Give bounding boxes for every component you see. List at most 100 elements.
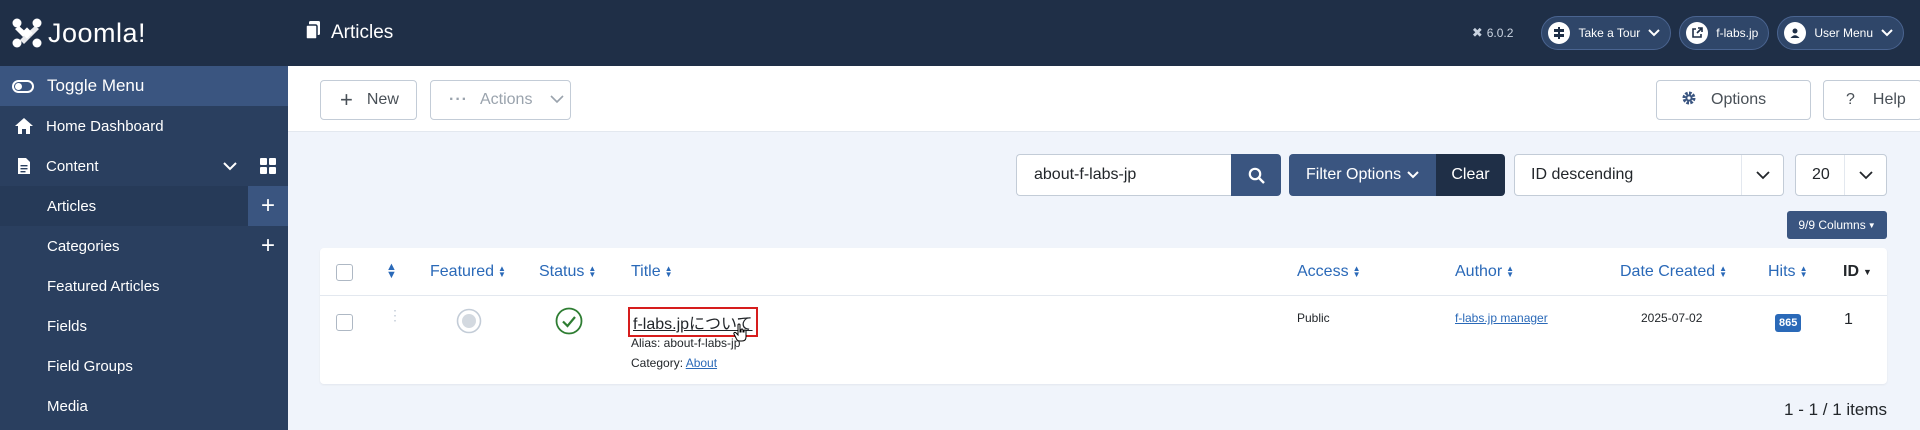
featured-toggle-icon[interactable] xyxy=(456,308,482,339)
date-created-header[interactable]: Date Created ▲ ▼ xyxy=(1620,263,1727,281)
sidebar-item-articles[interactable]: Articles + xyxy=(0,186,288,226)
new-label: New xyxy=(366,91,399,108)
external-link-icon xyxy=(1686,22,1709,44)
joomla-logo[interactable]: Joomla! xyxy=(0,0,288,66)
chevron-down-icon xyxy=(1407,166,1419,184)
sort-select[interactable]: ID descending xyxy=(1514,154,1784,196)
table-row: ⋮ f-labs.jpについて Alias: about-f-labs-jp C… xyxy=(320,296,1887,384)
sort-icon: ▲ ▼ xyxy=(588,263,597,279)
category-link[interactable]: About xyxy=(686,356,717,370)
options-label: Options xyxy=(1711,91,1767,108)
signpost-icon xyxy=(1548,22,1571,44)
sidebar-item-label: Home Dashboard xyxy=(46,117,164,135)
options-button[interactable]: Options xyxy=(1656,80,1811,120)
id-header[interactable]: ID ▼ xyxy=(1843,263,1872,281)
category-prefix: Category: xyxy=(631,356,684,370)
date-created-value: 2025-07-02 xyxy=(1641,311,1703,325)
search-button[interactable] xyxy=(1231,154,1281,196)
toggle-menu-button[interactable]: Toggle Menu xyxy=(0,66,288,106)
new-button[interactable]: + New xyxy=(320,80,417,120)
sidebar-item-label: Articles xyxy=(47,197,97,215)
sidebar: Joomla! Toggle Menu Home Dashboard Conte… xyxy=(0,0,288,430)
author-link[interactable]: f-labs.jp manager xyxy=(1455,311,1548,325)
chevron-down-icon xyxy=(1741,155,1783,195)
sort-icon: ▲ ▼ xyxy=(1352,263,1361,279)
id-value: 1 xyxy=(1844,311,1853,328)
site-link-label: f-labs.jp xyxy=(1716,26,1759,40)
add-category-icon[interactable]: + xyxy=(248,226,288,266)
author-header[interactable]: Author ▲ ▼ xyxy=(1455,263,1514,281)
featured-header-label: Featured xyxy=(430,263,495,280)
clear-button[interactable]: Clear xyxy=(1436,154,1505,196)
sidebar-item-field-groups[interactable]: Field Groups xyxy=(0,346,288,386)
sidebar-item-label: Media xyxy=(47,397,88,415)
sidebar-item-media[interactable]: Media xyxy=(0,386,288,426)
version-number: 6.0.2 xyxy=(1486,26,1514,40)
toggle-menu-label: Toggle Menu xyxy=(47,76,145,95)
filter-options-button[interactable]: Filter Options xyxy=(1289,154,1436,196)
sidebar-item-fields[interactable]: Fields xyxy=(0,306,288,346)
columns-label: 9/9 Columns xyxy=(1798,218,1866,232)
ellipsis-icon: ··· xyxy=(449,91,468,108)
plus-icon: + xyxy=(340,87,353,112)
id-header-label: ID xyxy=(1843,263,1859,280)
hits-header[interactable]: Hits ▲ ▼ xyxy=(1768,263,1807,281)
access-header-label: Access xyxy=(1297,263,1349,280)
title-header[interactable]: Title ▲ ▼ xyxy=(631,263,673,281)
site-link-button[interactable]: f-labs.jp xyxy=(1679,16,1770,50)
featured-header[interactable]: Featured ▲ ▼ xyxy=(430,263,506,281)
sidebar-item-featured-articles[interactable]: Featured Articles xyxy=(0,266,288,306)
help-label: Help xyxy=(1872,91,1906,108)
user-menu-label: User Menu xyxy=(1814,26,1873,40)
published-check-icon[interactable] xyxy=(555,307,583,340)
take-a-tour-button[interactable]: Take a Tour xyxy=(1541,16,1672,50)
actions-dropdown[interactable]: ··· Actions xyxy=(430,80,571,120)
sort-icon: ▲ ▼ xyxy=(498,263,506,279)
question-icon: ? xyxy=(1846,91,1855,108)
table-header: ▲ ▼ Featured ▲ ▼ Status ▲ ▼ Title ▲ ▼ Access… xyxy=(320,248,1887,296)
joomla-small-icon: ✖ xyxy=(1471,25,1483,40)
access-header[interactable]: Access ▲ ▼ xyxy=(1297,263,1361,281)
search-input[interactable] xyxy=(1016,154,1231,196)
pagination-info: 1 - 1 / 1 items xyxy=(1784,400,1887,419)
article-alias: Alias: about-f-labs-jp xyxy=(631,336,741,350)
status-header-label: Status xyxy=(539,263,585,280)
sidebar-item-content[interactable]: Content xyxy=(0,146,288,186)
author-header-label: Author xyxy=(1455,263,1503,280)
search-bar xyxy=(1016,154,1281,196)
chevron-down-icon[interactable] xyxy=(222,159,238,176)
page-title: Articles xyxy=(288,20,393,46)
sort-icon: ▲ ▼ xyxy=(1506,263,1515,279)
sort-icon: ▲ ▼ xyxy=(1799,263,1808,279)
hits-header-label: Hits xyxy=(1768,263,1796,280)
status-header[interactable]: Status ▲ ▼ xyxy=(539,263,596,281)
select-all-checkbox[interactable] xyxy=(336,264,353,281)
toggle-icon xyxy=(12,79,34,93)
user-menu-button[interactable]: User Menu xyxy=(1777,16,1904,50)
ordering-sort-header[interactable]: ▲ ▼ xyxy=(386,261,397,282)
caret-down-icon: ▼ xyxy=(1867,220,1876,230)
sidebar-item-categories[interactable]: Categories + xyxy=(0,226,288,266)
search-icon xyxy=(1248,167,1265,184)
sidebar-item-label: Fields xyxy=(47,317,88,335)
columns-button[interactable]: 9/9 Columns ▼ xyxy=(1787,211,1887,239)
chevron-down-icon xyxy=(1648,26,1660,40)
take-a-tour-label: Take a Tour xyxy=(1578,26,1641,40)
actions-label: Actions xyxy=(479,91,533,108)
dashboard-icon[interactable] xyxy=(260,158,276,174)
chevron-down-icon xyxy=(1881,26,1893,40)
add-article-icon[interactable]: + xyxy=(248,186,288,226)
limit-value: 20 xyxy=(1812,166,1830,183)
list-limit-select[interactable]: 20 xyxy=(1795,154,1887,196)
drag-handle-icon[interactable]: ⋮ xyxy=(388,308,402,322)
sidebar-item-home-dashboard[interactable]: Home Dashboard xyxy=(0,106,288,146)
date-created-header-label: Date Created xyxy=(1620,263,1716,280)
toolbar: + New ··· Actions Options ? Help xyxy=(288,66,1920,132)
sidebar-item-label: Featured Articles xyxy=(47,277,160,295)
sort-icon: ▲ ▼ xyxy=(386,261,397,282)
help-button[interactable]: ? Help xyxy=(1823,80,1920,120)
row-checkbox[interactable] xyxy=(336,314,353,331)
sidebar-item-label: Field Groups xyxy=(47,357,133,375)
home-icon xyxy=(14,117,34,135)
sort-icon: ▲ ▼ xyxy=(664,263,673,279)
